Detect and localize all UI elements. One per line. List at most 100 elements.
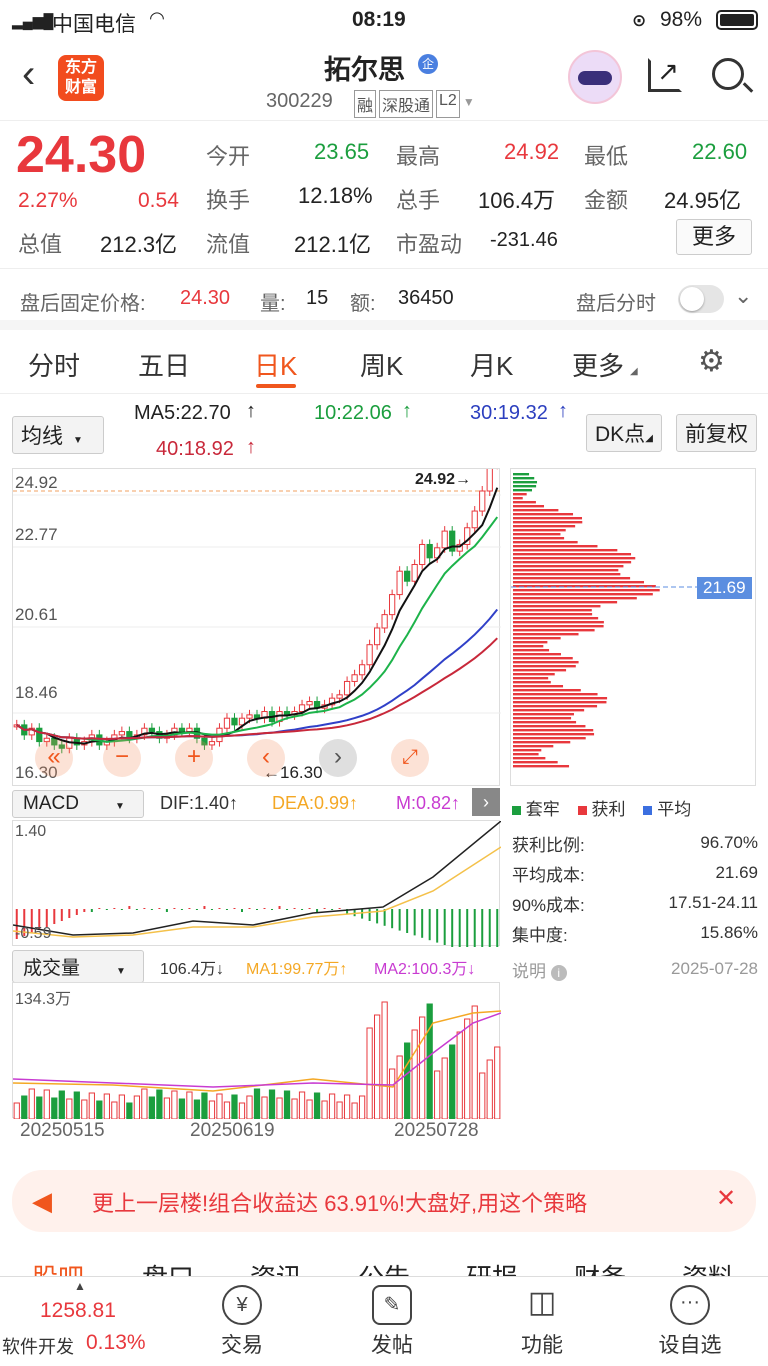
chip-bar xyxy=(513,537,565,540)
tab-more[interactable]: 更多 xyxy=(572,346,624,383)
chip-bar xyxy=(513,509,559,512)
chip-bar xyxy=(513,613,593,616)
tab-profile[interactable]: 资料 xyxy=(682,1258,734,1276)
tab-5day[interactable]: 五日 xyxy=(138,346,190,383)
candle-body xyxy=(298,704,306,713)
candle-body xyxy=(148,727,156,733)
nav-trade-label: 交易 xyxy=(221,1334,263,1357)
chip-bar xyxy=(513,661,579,664)
chip-bar xyxy=(513,633,579,636)
candle-body xyxy=(381,614,388,629)
nav-function[interactable]: ◫ 功能 xyxy=(482,1277,602,1359)
candle-body xyxy=(306,700,313,706)
adjust-button[interactable]: 前复权 xyxy=(676,414,757,452)
chip-bar xyxy=(513,481,538,484)
bottom-nav: ▲ 1258.81 软件开发 0.13% ¥ 交易 ✎ 发帖 ◫ 功能 ··· 设自选 xyxy=(0,1276,768,1366)
candle-body xyxy=(36,727,43,743)
expand-icon[interactable]: › xyxy=(472,788,500,816)
nav-post[interactable]: ✎ 发帖 xyxy=(332,1277,452,1359)
chip-bar xyxy=(513,637,561,640)
search-icon[interactable] xyxy=(712,58,744,90)
settings-gear-icon[interactable]: ⚙ xyxy=(698,344,725,379)
tab-weekly[interactable]: 周K xyxy=(360,346,403,383)
dk-point-button[interactable]: DK点◢ xyxy=(586,414,662,452)
stock-tags: 融 深股通 L2 ▼ xyxy=(354,90,475,118)
high-mark: 24.92→ xyxy=(415,471,472,488)
volume-bar xyxy=(73,1091,80,1120)
sector-index[interactable]: 1258.81 xyxy=(40,1299,116,1323)
battery-text: 98% xyxy=(660,8,703,31)
macd-chart[interactable]: 1.40 -0.59 xyxy=(12,820,502,962)
candle-body xyxy=(358,664,366,676)
volume-bar xyxy=(381,1001,388,1120)
chip-bar xyxy=(513,665,576,668)
m-value: M:0.82 xyxy=(396,793,452,813)
amount-value: 24.95亿 xyxy=(664,188,742,213)
volume-bar xyxy=(133,1095,141,1120)
tab-guba[interactable]: 股吧 xyxy=(32,1258,84,1276)
candle-body xyxy=(441,530,448,549)
chip-bar xyxy=(513,593,653,596)
nav-trade[interactable]: ¥ 交易 xyxy=(182,1277,302,1359)
tab-news[interactable]: 资讯 xyxy=(250,1258,302,1276)
back-icon[interactable]: ‹ xyxy=(22,52,35,97)
tab-daily[interactable]: 日K xyxy=(254,346,297,383)
next-icon[interactable]: › xyxy=(319,739,357,777)
low-mark-value: 16.30 xyxy=(280,763,323,782)
chip-bar xyxy=(513,549,618,552)
avg-cost-tag: 21.69 xyxy=(697,577,752,599)
candle-body xyxy=(419,543,426,566)
chip-bar xyxy=(513,561,632,564)
date-label-2: 20250619 xyxy=(190,1120,275,1141)
last-price: 24.30 xyxy=(16,126,147,184)
tab-notice[interactable]: 公告 xyxy=(358,1258,410,1276)
fullscreen-icon[interactable]: ⤢ xyxy=(391,739,429,777)
assistant-avatar[interactable] xyxy=(568,50,622,104)
more-button[interactable]: 更多 xyxy=(676,219,752,255)
afterhours-amt-label: 额: xyxy=(350,293,376,315)
prev-icon[interactable]: ‹ xyxy=(247,739,285,777)
zoom-in-icon[interactable]: + xyxy=(175,739,213,777)
volume-bar xyxy=(58,1090,65,1120)
dk-caret-icon: ◢ xyxy=(645,433,653,444)
chip-footer: 说明 i 2025-07-28 xyxy=(512,954,758,984)
battery-icon xyxy=(716,10,758,30)
macd-select[interactable]: MACD ▼ xyxy=(12,790,144,818)
up-caret-icon[interactable]: ▲ xyxy=(74,1279,86,1293)
tab-research[interactable]: 研报 xyxy=(466,1258,518,1276)
share-icon[interactable]: ↗ xyxy=(648,58,682,92)
chip-note[interactable]: 说明 i xyxy=(512,957,567,982)
chip-bar xyxy=(513,621,604,624)
volume-bar xyxy=(81,1099,88,1120)
chip-bar xyxy=(513,553,632,556)
open-label: 今开 xyxy=(206,144,251,169)
volume-bar xyxy=(404,1042,411,1120)
kline-chart[interactable]: 24.92 22.77 20.61 18.46 16.30 24.92→ ←16… xyxy=(12,439,501,786)
chevron-down-icon[interactable]: ⌄ xyxy=(734,283,752,309)
volume-chart[interactable]: 134.3万 xyxy=(12,982,502,1120)
stat-label: 获利比例: xyxy=(512,835,585,855)
tab-finance[interactable]: 财务 xyxy=(574,1258,626,1276)
afterhours-toggle[interactable] xyxy=(678,285,724,313)
close-icon[interactable]: ✕ xyxy=(716,1184,736,1213)
chip-note-label: 说明 xyxy=(512,961,546,981)
volume-select[interactable]: 成交量 ▼ xyxy=(12,950,144,983)
volume-bar xyxy=(373,1014,381,1120)
scroll-left-icon[interactable]: « xyxy=(35,739,73,777)
tab-monthly[interactable]: 月K xyxy=(470,346,513,383)
zoom-out-icon[interactable]: − xyxy=(103,739,141,777)
tab-pankou[interactable]: 盘口 xyxy=(142,1258,194,1276)
tab-intraday[interactable]: 分时 xyxy=(28,346,80,383)
chip-bar xyxy=(513,657,573,660)
low-value: 22.60 xyxy=(692,139,748,164)
promo-banner[interactable]: ◀ 更上一层楼!组合收益达 63.91%!大盘好,用这个策略 ✕ xyxy=(12,1170,756,1232)
volume-bar xyxy=(261,1096,268,1120)
chip-bar xyxy=(513,601,618,604)
nav-watchlist[interactable]: ··· 设自选 xyxy=(630,1277,750,1359)
dropdown-icon[interactable]: ▼ xyxy=(463,90,475,118)
indicator-select[interactable]: 均线 ▼ xyxy=(12,416,104,454)
pct-change: 2.27% xyxy=(18,189,78,212)
chip-bar xyxy=(513,545,598,548)
chip-bar xyxy=(513,473,530,476)
legend-profit-label: 获利 xyxy=(591,799,626,819)
